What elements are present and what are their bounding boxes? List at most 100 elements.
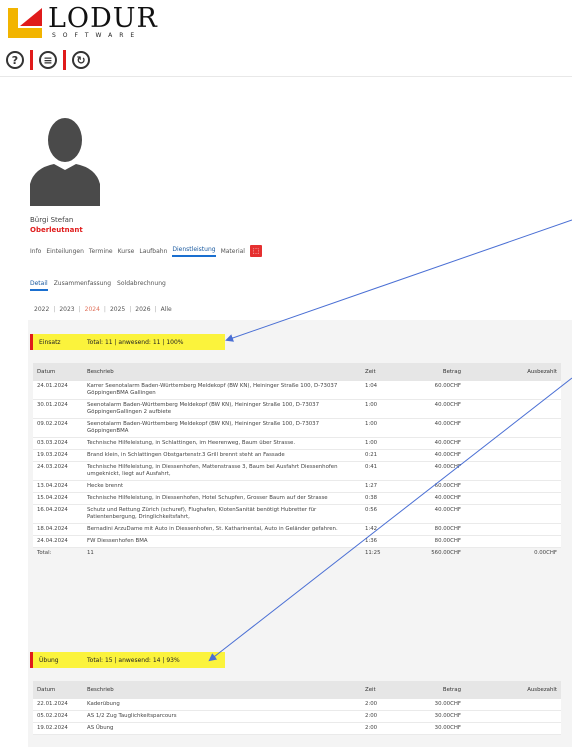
cell-betrag: 40.00CHF: [407, 437, 465, 450]
tab-dienstleistung[interactable]: Dienstleistung: [172, 246, 216, 257]
refresh-icon[interactable]: ↻: [72, 51, 90, 69]
subtab-soldabrechnung[interactable]: Soldabrechnung: [117, 280, 166, 291]
avatar-silhouette: [30, 110, 100, 206]
cell-betrag: 80.00CHF: [407, 523, 465, 536]
help-icon[interactable]: ?: [6, 51, 24, 69]
table-row[interactable]: 24.03.2024 Technische Hilfeleistung, in D…: [33, 461, 561, 481]
tab-kurse[interactable]: Kurse: [118, 248, 135, 255]
subtab-detail[interactable]: Detail: [30, 280, 48, 291]
table-row[interactable]: 05.02.2024 AS 1/2 Zug Tauglichkeitsparcou…: [33, 710, 561, 723]
cell-ausbezahlt: [465, 480, 561, 493]
cell-zeit: 2:00: [361, 722, 407, 735]
cell-beschrieb: Karrer Seenotalarm Baden-Württemberg Mel…: [83, 381, 361, 400]
cell-beschrieb: Schutz und Rettung Zürich (schuref), Flu…: [83, 504, 361, 524]
logo-name: LODUR: [48, 3, 158, 34]
table-row[interactable]: 03.03.2024 Technische Hilfeleistung, in S…: [33, 437, 561, 450]
cell-datum: 30.01.2024: [33, 399, 83, 419]
cell-ausbezahlt: [465, 381, 561, 400]
col-ausbezahlt[interactable]: Ausbezahlt: [465, 363, 561, 381]
cell-beschrieb: Technische Hilfeleistung, in Schlattinge…: [83, 437, 361, 450]
cell-ausbezahlt: [465, 437, 561, 450]
cell-ausbezahlt: [465, 535, 561, 548]
table-row[interactable]: 24.01.2024 Karrer Seenotalarm Baden-Württ…: [33, 381, 561, 400]
cell-datum: 19.03.2024: [33, 449, 83, 462]
toolbar-separator: [63, 50, 66, 70]
profile-name: Bürgi Stefan: [30, 216, 74, 224]
cell-betrag: 40.00CHF: [407, 504, 465, 524]
list-icon[interactable]: ≡: [39, 51, 57, 69]
cell-ausbezahlt: [465, 461, 561, 481]
cell-betrag: 30.00CHF: [407, 722, 465, 735]
table-row[interactable]: 22.01.2024 Kaderübung 2:00 30.00CHF: [33, 699, 561, 711]
col-datum[interactable]: Datum: [33, 363, 83, 381]
cell-betrag: 80.00CHF: [407, 535, 465, 548]
einsatz-summary: Einsatz Total: 11 | anwesend: 11 | 100%: [30, 334, 225, 350]
cell-beschrieb: Brand klein, in Schlattingen Obstgartens…: [83, 449, 361, 462]
cell-datum: 19.02.2024: [33, 722, 83, 735]
table-row[interactable]: 19.02.2024 AS Übung 2:00 30.00CHF: [33, 722, 561, 735]
cell-betrag: 40.00CHF: [407, 449, 465, 462]
table-row[interactable]: 18.04.2024 Bernadini ArzuDame mit Auto in…: [33, 523, 561, 536]
cell-datum: 13.04.2024: [33, 480, 83, 493]
cell-zeit: 0:41: [361, 461, 407, 481]
cell-beschrieb: Technische Hilfeleistung, in Diessenhofe…: [83, 492, 361, 505]
cell-datum: 18.04.2024: [33, 523, 83, 536]
pdf-icon[interactable]: ⬚: [249, 245, 262, 257]
year-2022[interactable]: 2022: [30, 306, 53, 313]
year-alle[interactable]: Alle: [157, 306, 176, 313]
col-beschrieb[interactable]: Beschrieb: [83, 681, 361, 699]
total-label: Total:: [33, 547, 83, 564]
table-header-row: Datum Beschrieb Zeit Betrag Ausbezahlt: [33, 363, 561, 381]
col-datum[interactable]: Datum: [33, 681, 83, 699]
cell-zeit: 1:00: [361, 437, 407, 450]
cell-datum: 24.01.2024: [33, 381, 83, 400]
cell-betrag: 40.00CHF: [407, 418, 465, 438]
uebung-table: Datum Beschrieb Zeit Betrag Ausbezahlt 2…: [33, 681, 561, 735]
cell-datum: 03.03.2024: [33, 437, 83, 450]
table-row[interactable]: 15.04.2024 Technische Hilfeleistung, in D…: [33, 492, 561, 505]
table-row[interactable]: 13.04.2024 Hecke brennt 1:27 60.00CHF: [33, 480, 561, 493]
table-header-row: Datum Beschrieb Zeit Betrag Ausbezahlt: [33, 681, 561, 699]
cell-beschrieb: AS Übung: [83, 722, 361, 735]
cell-beschrieb: Seenotalarm Baden-Württemberg Meldekopf …: [83, 399, 361, 419]
tab-material[interactable]: Material: [221, 248, 245, 255]
einsatz-summary-text: Total: 11 | anwesend: 11 | 100%: [87, 338, 184, 346]
col-betrag[interactable]: Betrag: [407, 363, 465, 381]
year-2025[interactable]: 2025: [106, 306, 129, 313]
subtab-zusammenfassung[interactable]: Zusammenfassung: [54, 280, 111, 291]
einsatz-table: Datum Beschrieb Zeit Betrag Ausbezahlt 2…: [33, 363, 561, 564]
year-2026[interactable]: 2026: [131, 306, 154, 313]
tab-info[interactable]: Info: [30, 248, 41, 255]
year-2023[interactable]: 2023: [55, 306, 78, 313]
cell-zeit: 1:27: [361, 480, 407, 493]
cell-datum: 22.01.2024: [33, 699, 83, 711]
cell-datum: 16.04.2024: [33, 504, 83, 524]
cell-zeit: 1:00: [361, 418, 407, 438]
col-ausbezahlt[interactable]: Ausbezahlt: [465, 681, 561, 699]
cell-betrag: 40.00CHF: [407, 492, 465, 505]
table-row[interactable]: 09.02.2024 Seenotalarm Baden-Württemberg …: [33, 418, 561, 438]
table-row[interactable]: 30.01.2024 Seenotalarm Baden-Württemberg …: [33, 399, 561, 419]
table-row[interactable]: 24.04.2024 FW Diessenhofen BMA 1:36 80.00CH…: [33, 535, 561, 548]
cell-beschrieb: Seenotalarm Baden-Württemberg Meldekopf …: [83, 418, 361, 438]
cell-datum: 24.04.2024: [33, 535, 83, 548]
sub-tabs: Detail Zusammenfassung Soldabrechnung: [30, 280, 166, 291]
tab-einteilungen[interactable]: Einteilungen: [46, 248, 84, 255]
table-row[interactable]: 19.03.2024 Brand klein, in Schlattingen O…: [33, 449, 561, 462]
cell-betrag: 30.00CHF: [407, 710, 465, 723]
cell-zeit: 0:21: [361, 449, 407, 462]
cell-ausbezahlt: [465, 523, 561, 536]
tab-termine[interactable]: Termine: [89, 248, 113, 255]
uebung-summary: Übung Total: 15 | anwesend: 14 | 93%: [30, 652, 225, 668]
total-betrag: 560.00CHF: [407, 547, 465, 564]
total-zeit: 11:25: [361, 547, 407, 564]
col-beschrieb[interactable]: Beschrieb: [83, 363, 361, 381]
col-zeit[interactable]: Zeit: [361, 681, 407, 699]
col-zeit[interactable]: Zeit: [361, 363, 407, 381]
cell-betrag: 40.00CHF: [407, 461, 465, 481]
year-2024[interactable]: 2024: [81, 306, 104, 313]
tab-laufbahn[interactable]: Laufbahn: [139, 248, 167, 255]
col-betrag[interactable]: Betrag: [407, 681, 465, 699]
table-row[interactable]: 16.04.2024 Schutz und Rettung Zürich (sch…: [33, 504, 561, 524]
cell-beschrieb: Technische Hilfeleistung, in Diessenhofe…: [83, 461, 361, 481]
